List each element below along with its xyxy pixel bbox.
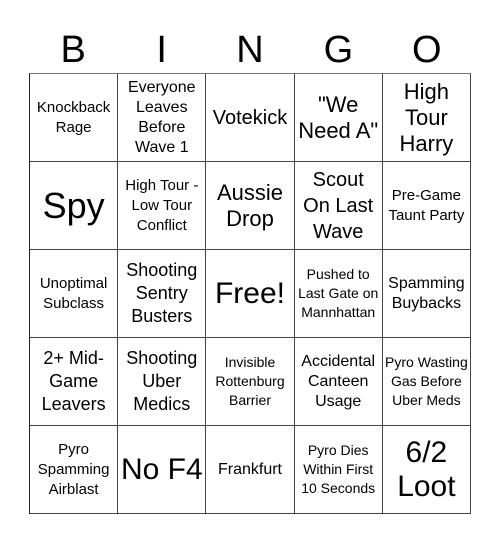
bingo-cell[interactable]: "We Need A" xyxy=(294,74,383,162)
cell-text: Spamming Buybacks xyxy=(388,274,465,312)
bingo-cell[interactable]: Shooting Sentry Busters xyxy=(118,250,207,338)
cell-text: Pyro Wasting Gas Before Uber Meds xyxy=(385,354,468,408)
bingo-cell[interactable]: Accidental Canteen Usage xyxy=(294,338,383,426)
bingo-cell[interactable]: Unoptimal Subclass xyxy=(30,250,119,338)
cell-text: "We Need A" xyxy=(298,91,379,143)
header-letter-i: I xyxy=(156,29,167,71)
bingo-cell[interactable]: Invisible Rottenburg Barrier xyxy=(206,338,295,426)
bingo-cell[interactable]: Votekick xyxy=(206,74,295,162)
bingo-cell[interactable]: Pushed to Last Gate on Mannhattan xyxy=(294,250,383,338)
cell-text: Pushed to Last Gate on Mannhattan xyxy=(298,266,379,320)
cell-text: Free! xyxy=(214,276,285,310)
cell-text: High Tour Harry xyxy=(399,78,454,156)
cell-text: Pyro Dies Within First 10 Seconds xyxy=(301,442,376,496)
bingo-grid: Knockback Rage Everyone Leaves Before Wa… xyxy=(29,73,471,514)
cell-text: 6/2 Loot xyxy=(397,435,456,503)
cell-text: 2+ Mid-Game Leavers xyxy=(41,348,106,414)
cell-text: Shooting Sentry Busters xyxy=(126,260,198,326)
cell-text: Pre-Game Taunt Party xyxy=(388,186,465,224)
cell-text: Unoptimal Subclass xyxy=(39,274,108,312)
bingo-header: B I N G O xyxy=(29,28,471,72)
bingo-cell[interactable]: 6/2 Loot xyxy=(382,426,471,514)
header-letter-g: G xyxy=(323,29,354,71)
free-space[interactable]: Free! xyxy=(206,250,295,338)
header-letter-o: O xyxy=(412,29,442,71)
cell-text: Aussie Drop xyxy=(216,179,284,231)
cell-text: Everyone Leaves Before Wave 1 xyxy=(127,78,196,156)
cell-text: Knockback Rage xyxy=(36,98,111,136)
bingo-cell[interactable]: Pre-Game Taunt Party xyxy=(382,162,471,250)
bingo-cell[interactable]: 2+ Mid-Game Leavers xyxy=(30,338,119,426)
bingo-cell[interactable]: Spamming Buybacks xyxy=(382,250,471,338)
bingo-cell[interactable]: Pyro Dies Within First 10 Seconds xyxy=(294,426,383,514)
bingo-cell[interactable]: Knockback Rage xyxy=(30,74,119,162)
bingo-cell[interactable]: Everyone Leaves Before Wave 1 xyxy=(118,74,207,162)
cell-text: Shooting Uber Medics xyxy=(126,348,198,414)
cell-text: Frankfurt xyxy=(217,460,282,478)
cell-text: No F4 xyxy=(120,452,203,486)
cell-text: Invisible Rottenburg Barrier xyxy=(215,354,285,408)
bingo-cell[interactable]: High Tour Harry xyxy=(382,74,471,162)
bingo-cell[interactable]: Frankfurt xyxy=(206,426,295,514)
header-letter-n: N xyxy=(236,29,264,71)
cell-text: High Tour - Low Tour Conflict xyxy=(125,176,199,234)
bingo-cell[interactable]: Aussie Drop xyxy=(206,162,295,250)
bingo-cell[interactable]: Spy xyxy=(30,162,119,250)
bingo-cell[interactable]: No F4 xyxy=(118,426,207,514)
cell-text: Votekick xyxy=(212,106,288,129)
cell-text: Spy xyxy=(42,184,105,226)
bingo-cell[interactable]: Scout On Last Wave xyxy=(294,162,383,250)
cell-text: Accidental Canteen Usage xyxy=(301,352,376,410)
bingo-cell[interactable]: Pyro Spamming Airblast xyxy=(30,426,119,514)
cell-text: Pyro Spamming Airblast xyxy=(37,440,110,498)
bingo-cell[interactable]: High Tour - Low Tour Conflict xyxy=(118,162,207,250)
header-letter-b: B xyxy=(60,29,86,71)
bingo-cell[interactable]: Shooting Uber Medics xyxy=(118,338,207,426)
bingo-cell[interactable]: Pyro Wasting Gas Before Uber Meds xyxy=(382,338,471,426)
cell-text: Scout On Last Wave xyxy=(303,168,374,243)
